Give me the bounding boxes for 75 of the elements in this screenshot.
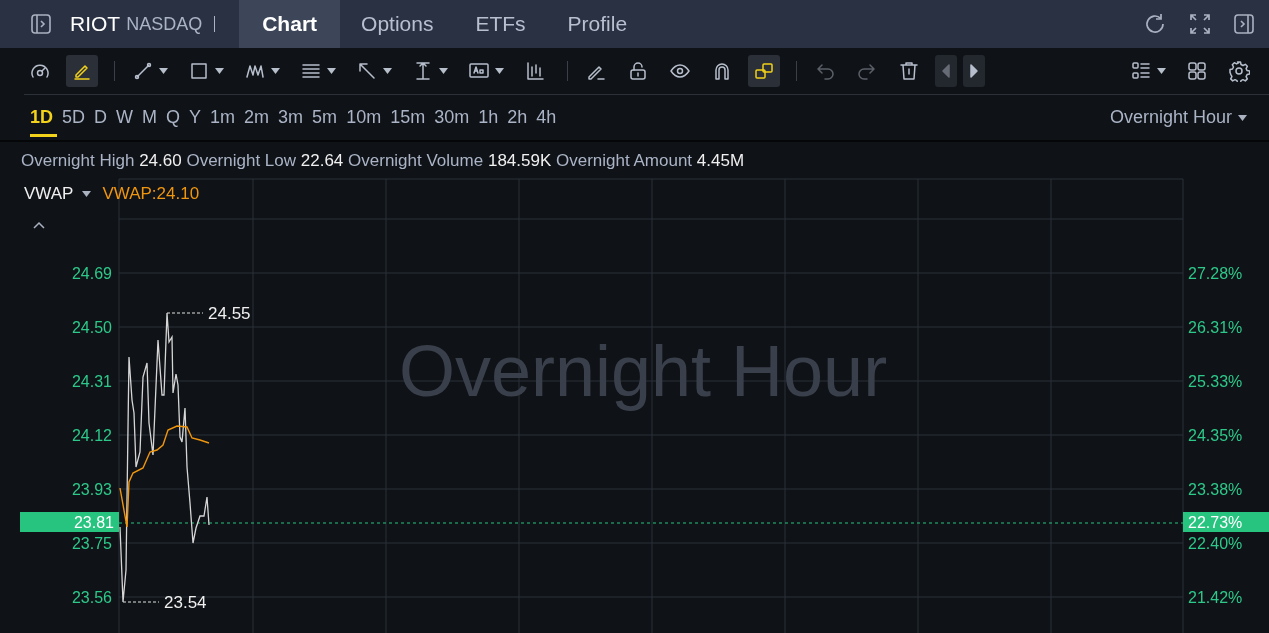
- timeframe-tab[interactable]: 30m: [430, 98, 474, 137]
- refresh-icon[interactable]: [1143, 12, 1167, 36]
- link-tool-button[interactable]: [748, 55, 780, 87]
- panel-toggle-icon[interactable]: [1233, 13, 1255, 35]
- timeframe-tab[interactable]: 15m: [386, 98, 430, 137]
- caret-icon: [495, 68, 504, 74]
- price-axis-label: 23.75: [71, 535, 112, 552]
- caret-icon: [383, 68, 392, 74]
- timeframe-tab[interactable]: 3m: [274, 98, 308, 137]
- percent-axis-label: 22.40%: [1188, 535, 1243, 552]
- tab[interactable]: Options: [340, 0, 455, 48]
- indicator-value: VWAP:24.10: [102, 184, 200, 204]
- price-badge: 23.81: [20, 512, 119, 532]
- caret-icon: [327, 68, 336, 74]
- list-icon: [1130, 60, 1152, 82]
- percent-badge: 22.73%: [1183, 512, 1269, 532]
- timeframe-tab[interactable]: 10m: [342, 98, 386, 137]
- timeframe-tab[interactable]: Q: [162, 98, 185, 137]
- trash-icon: [898, 60, 920, 82]
- tab[interactable]: Chart: [239, 0, 341, 48]
- grid-icon: [1186, 60, 1208, 82]
- settings-icon: [1228, 60, 1250, 82]
- price-axis-label: 23.93: [71, 481, 112, 498]
- link-icon: [753, 60, 775, 82]
- percent-axis-label: 21.42%: [1188, 589, 1243, 606]
- timeframe-tab[interactable]: W: [112, 98, 138, 137]
- line-icon: [132, 60, 154, 82]
- indicator-name[interactable]: VWAP: [24, 184, 74, 204]
- caret-icon: [159, 68, 168, 74]
- next-tool-button[interactable]: [963, 55, 985, 87]
- fullscreen-icon[interactable]: [1189, 13, 1211, 35]
- caret-icon: [271, 68, 280, 74]
- pencil-tool-button[interactable]: [66, 55, 98, 87]
- percent-axis-label: 24.35%: [1188, 427, 1243, 444]
- caret-icon: [1238, 114, 1247, 121]
- rect-icon: [188, 60, 210, 82]
- timeframe-tab[interactable]: 1h: [474, 98, 503, 137]
- percent-axis-label: 27.28%: [1188, 265, 1243, 282]
- timeframe-tab[interactable]: 5m: [308, 98, 342, 137]
- price-axis-label: 24.12: [71, 427, 112, 444]
- high-price-label: 24.55: [208, 304, 251, 323]
- percent-axis-label: 25.33%: [1188, 373, 1243, 390]
- percent-axis-label: 23.38%: [1188, 481, 1243, 498]
- price-axis-label: 24.31: [71, 373, 112, 390]
- caret-icon: [1157, 68, 1166, 74]
- price-axis-label: 24.50: [71, 319, 112, 336]
- price-axis-label: 24.69: [71, 265, 112, 282]
- lock-icon: [627, 60, 649, 82]
- caret-icon: [215, 68, 224, 74]
- timeframe-tab[interactable]: 1D: [30, 98, 57, 137]
- timeframe-tab[interactable]: Y: [185, 98, 206, 137]
- session-dropdown[interactable]: Overnight Hour: [1103, 106, 1253, 129]
- caret-icon[interactable]: [82, 191, 92, 197]
- overnight-stats: Overnight High 24.60 Overnight Low 22.64 Overnight Volume 184.59K Overnight Amount 4.45M: [20, 150, 746, 172]
- collapse-icon[interactable]: [33, 221, 45, 229]
- arrow-icon: [356, 60, 378, 82]
- exchange-name: NASDAQ: [126, 13, 203, 35]
- low-price-label: 23.54: [164, 593, 207, 612]
- timeframe-tab[interactable]: M: [138, 98, 162, 137]
- tab[interactable]: Profile: [546, 0, 649, 48]
- timeframe-tab[interactable]: 2h: [503, 98, 532, 137]
- tab[interactable]: ETFs: [454, 0, 547, 48]
- ticker-symbol: RIOT: [70, 12, 121, 36]
- candles-icon: [524, 60, 546, 82]
- timeframe-tab[interactable]: 4h: [532, 98, 561, 137]
- timeframe-tab[interactable]: 5D: [58, 98, 90, 137]
- timeframe-tab[interactable]: 2m: [240, 98, 274, 137]
- sidebar-toggle-icon[interactable]: [30, 13, 52, 35]
- percent-axis-label: 26.31%: [1188, 319, 1243, 336]
- caret-icon: [439, 68, 448, 74]
- leader-line: [166, 312, 204, 314]
- timeframe-tab[interactable]: 1m: [206, 98, 240, 137]
- leader-line: [122, 601, 160, 603]
- timeframe-tab[interactable]: D: [90, 98, 112, 137]
- price-axis-label: 23.56: [71, 589, 112, 606]
